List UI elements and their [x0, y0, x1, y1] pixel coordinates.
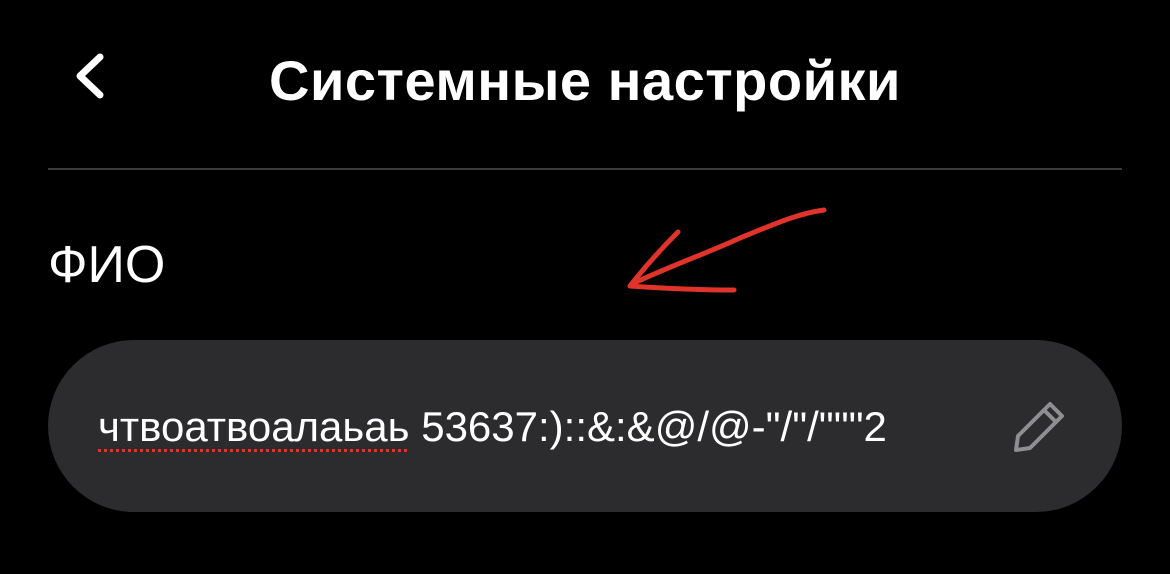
header-divider	[48, 168, 1122, 170]
misspelled-word: чтвоатвоалаьаь	[98, 403, 410, 450]
full-name-value-rest: 53637:)::&:&@/@-"/"/"""2	[409, 403, 887, 450]
annotation-arrow-icon	[627, 207, 827, 293]
full-name-input[interactable]: чтвоатвоалаьаь 53637:)::&:&@/@-"/"/"""2	[48, 340, 1122, 512]
pencil-icon[interactable]	[1010, 398, 1068, 456]
full-name-label: ФИО	[48, 236, 166, 294]
header: Системные настройки	[0, 0, 1170, 170]
page-title: Системные настройки	[269, 49, 901, 112]
full-name-value: чтвоатвоалаьаь 53637:)::&:&@/@-"/"/"""2	[98, 402, 887, 452]
